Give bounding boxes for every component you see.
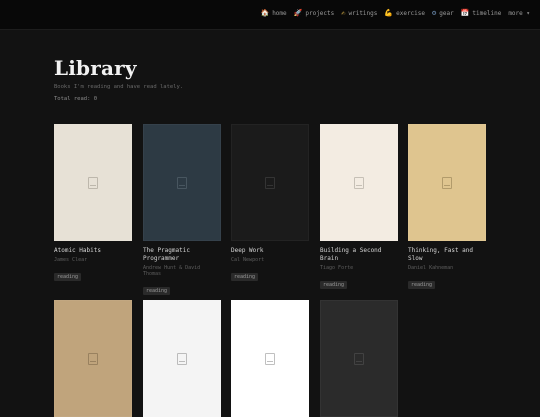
book-card[interactable] — [143, 300, 221, 417]
book-cover[interactable] — [320, 124, 398, 241]
book-title[interactable]: The Pragmatic Programmer — [143, 247, 221, 263]
nav-item-timeline[interactable]: 📅 timeline — [460, 9, 502, 18]
nav-label-timeline: timeline — [472, 10, 502, 17]
nav-item-projects[interactable]: 🚀 projects — [293, 9, 335, 18]
book-icon — [354, 176, 364, 189]
page-title: Library — [54, 56, 137, 80]
book-cover[interactable] — [54, 300, 132, 417]
writing-hand-icon: ✍ — [341, 9, 346, 17]
top-navigation-bar: 🏠 home 🚀 projects ✍ writings 💪 exercise … — [0, 0, 540, 30]
book-author: Daniel Kahneman — [408, 265, 454, 271]
book-icon — [88, 352, 98, 365]
nav-label-gear: gear — [439, 10, 454, 17]
status-badge: reading — [143, 287, 171, 295]
nav-label-home: home — [272, 10, 287, 17]
book-icon — [88, 176, 98, 189]
total-read-count: Total read: 0 — [54, 96, 98, 102]
nav-item-gear[interactable]: ⚙ gear — [432, 9, 454, 18]
book-card[interactable]: Building a Second Brain Tiago Forte read… — [320, 124, 398, 290]
book-title[interactable]: Deep Work — [231, 247, 309, 255]
nav-label-more: more ▾ — [508, 10, 530, 17]
book-card[interactable] — [54, 300, 132, 417]
book-title[interactable]: Atomic Habits — [54, 247, 132, 255]
status-badge: reading — [320, 281, 348, 289]
book-card[interactable]: Atomic Habits James Clear reading — [54, 124, 132, 282]
book-author: Tiago Forte — [320, 265, 354, 271]
nav-label-writings: writings — [348, 10, 378, 17]
nav-item-writings[interactable]: ✍ writings — [341, 9, 378, 18]
book-cover[interactable] — [408, 124, 486, 241]
book-title[interactable]: Building a Second Brain — [320, 247, 398, 263]
nav-label-exercise: exercise — [396, 10, 426, 17]
book-cover[interactable] — [143, 124, 221, 241]
book-author: James Clear — [54, 257, 88, 263]
calendar-icon: 📅 — [460, 9, 470, 17]
rocket-icon: 🚀 — [293, 9, 303, 17]
nav-item-more[interactable]: more ▾ — [508, 10, 530, 17]
status-badge: reading — [408, 281, 436, 289]
book-cover[interactable] — [54, 124, 132, 241]
book-author: Andrew Hunt & David Thomas — [143, 265, 201, 277]
status-badge: reading — [54, 273, 82, 281]
nav-menu: 🏠 home 🚀 projects ✍ writings 💪 exercise … — [260, 9, 530, 18]
book-author: Cal Newport — [231, 257, 265, 263]
book-icon — [265, 352, 275, 365]
flexed-biceps-icon: 💪 — [384, 9, 394, 17]
book-cover[interactable] — [143, 300, 221, 417]
book-icon — [442, 176, 452, 189]
nav-label-projects: projects — [305, 10, 335, 17]
book-cover[interactable] — [231, 300, 309, 417]
book-icon — [177, 176, 187, 189]
status-badge: reading — [231, 273, 259, 281]
nav-item-exercise[interactable]: 💪 exercise — [384, 9, 426, 18]
book-icon — [354, 352, 364, 365]
book-card[interactable]: The Pragmatic Programmer Andrew Hunt & D… — [143, 124, 221, 296]
book-card[interactable]: Thinking, Fast and Slow Daniel Kahneman … — [408, 124, 486, 290]
home-icon: 🏠 — [260, 9, 270, 17]
book-card[interactable] — [231, 300, 309, 417]
page-subtitle: Books I'm reading and have read lately. — [54, 84, 184, 90]
book-card[interactable]: Deep Work Cal Newport reading — [231, 124, 309, 282]
book-card[interactable] — [320, 300, 398, 417]
book-title[interactable]: Thinking, Fast and Slow — [408, 247, 486, 263]
book-icon — [265, 176, 275, 189]
gear-icon: ⚙ — [432, 9, 437, 17]
book-cover[interactable] — [231, 124, 309, 241]
book-cover[interactable] — [320, 300, 398, 417]
nav-item-home[interactable]: 🏠 home — [260, 9, 287, 18]
book-icon — [177, 352, 187, 365]
